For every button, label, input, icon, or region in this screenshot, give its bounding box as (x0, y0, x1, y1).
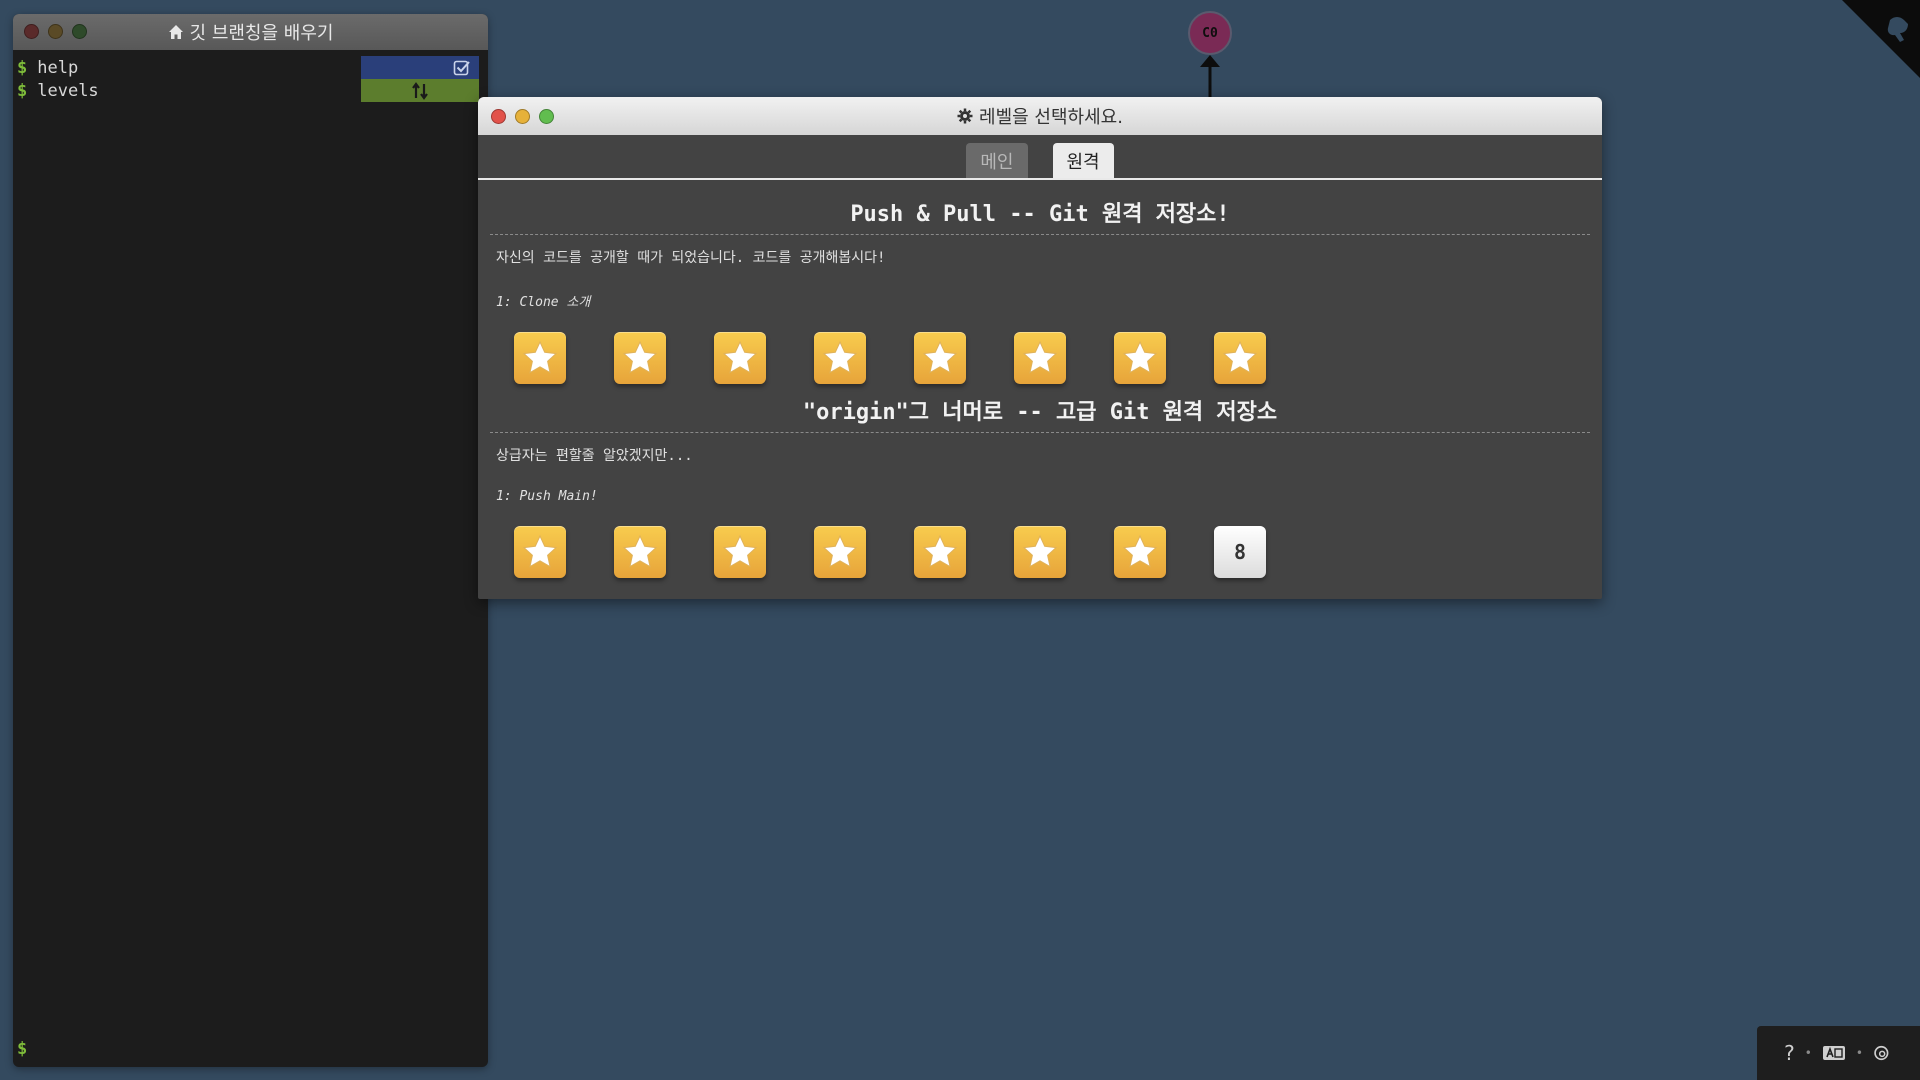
command-text: levels (37, 80, 99, 101)
level-select-dialog: 레벨을 선택하세요. 메인 원격 Push & Pull -- Git 원격 저… (478, 97, 1602, 599)
checkbox-checked-icon (453, 60, 470, 75)
level-button-completed[interactable] (614, 332, 666, 384)
star-icon (722, 340, 758, 374)
star-icon (1022, 340, 1058, 374)
star-icon (622, 534, 658, 568)
level-sequence-origin-advanced: "origin"그 너머로 -- 고급 Git 원격 저장소 상급자는 편할줄 … (478, 386, 1602, 580)
level-button-completed[interactable] (714, 526, 766, 578)
help-button[interactable]: ? (1784, 1041, 1795, 1065)
level-button-completed[interactable] (1114, 526, 1166, 578)
level-button-completed[interactable] (514, 526, 566, 578)
commit-label: C0 (1202, 25, 1218, 41)
level-button-completed[interactable] (1214, 332, 1266, 384)
minimize-button[interactable] (515, 109, 530, 124)
home-icon (168, 25, 183, 39)
star-icon (922, 534, 958, 568)
level-button-completed[interactable] (814, 332, 866, 384)
language-icon[interactable] (1822, 1043, 1846, 1063)
gear-icon (957, 108, 973, 124)
window-controls (24, 24, 87, 39)
sequence-title: "origin"그 너머로 -- 고급 Git 원격 저장소 (490, 386, 1590, 433)
level-button-completed[interactable] (714, 332, 766, 384)
sequence-description: 자신의 코드를 공개할 때가 되었습니다. 코드를 공개해봅시다! (496, 250, 886, 266)
separator-dot: • (1804, 1046, 1812, 1060)
threads-icon[interactable] (1873, 1043, 1893, 1063)
commit-node[interactable]: C0 (1188, 11, 1232, 55)
level-button-completed[interactable] (514, 332, 566, 384)
github-corner-icon[interactable] (1842, 0, 1920, 78)
star-icon (522, 534, 558, 568)
level-button-completed[interactable] (614, 526, 666, 578)
dialog-titlebar: 레벨을 선택하세요. (478, 97, 1602, 135)
level-button-completed[interactable] (914, 332, 966, 384)
separator-dot: • (1855, 1046, 1863, 1060)
level-button-completed[interactable] (1014, 332, 1066, 384)
star-icon (822, 340, 858, 374)
close-button[interactable] (24, 24, 39, 39)
dialog-title: 레벨을 선택하세요. (979, 107, 1123, 128)
maximize-button[interactable] (539, 109, 554, 124)
minimize-button[interactable] (48, 24, 63, 39)
maximize-button[interactable] (72, 24, 87, 39)
star-icon (1122, 534, 1158, 568)
sync-arrows-icon (412, 81, 428, 100)
star-icon (922, 340, 958, 374)
prompt-symbol: $ (17, 57, 28, 78)
command-status-done (361, 56, 479, 79)
terminal-input-prompt[interactable]: $ (17, 1039, 27, 1059)
level-tabs: 메인 원격 (478, 135, 1602, 180)
level-button-completed[interactable] (1014, 526, 1066, 578)
command-status-running (361, 79, 479, 102)
selected-level-label: 1: Push Main! (496, 489, 598, 504)
commit-arrow-icon (1200, 55, 1220, 97)
prompt-symbol: $ (17, 80, 28, 101)
level-button-completed[interactable] (1114, 332, 1166, 384)
command-terminal: 깃 브랜칭을 배우기 $ help $ levels $ (13, 14, 488, 1067)
star-icon (822, 534, 858, 568)
level-button[interactable]: 8 (1214, 526, 1266, 578)
star-icon (722, 534, 758, 568)
terminal-titlebar: 깃 브랜칭을 배우기 (13, 14, 488, 50)
command-row-help: $ help (13, 56, 488, 79)
star-icon (1122, 340, 1158, 374)
close-button[interactable] (491, 109, 506, 124)
command-row-levels: $ levels (13, 79, 488, 102)
star-icon (1022, 534, 1058, 568)
level-button-completed[interactable] (814, 526, 866, 578)
selected-level-label: 1: Clone 소개 (496, 295, 591, 310)
tab-remote[interactable]: 원격 (1052, 143, 1114, 178)
command-text: help (37, 57, 79, 78)
sequence-title: Push & Pull -- Git 원격 저장소! (490, 180, 1590, 235)
sequence-description: 상급자는 편할줄 알았겠지만... (496, 448, 693, 464)
star-icon (1222, 340, 1258, 374)
star-icon (522, 340, 558, 374)
level-button-completed[interactable] (914, 526, 966, 578)
level-button-row (490, 310, 1590, 386)
star-icon (622, 340, 658, 374)
window-controls (491, 109, 554, 124)
tab-main[interactable]: 메인 (966, 143, 1028, 178)
level-sequence-push-pull: Push & Pull -- Git 원격 저장소! 자신의 코드를 공개할 때… (478, 180, 1602, 386)
bottom-toolbar: ? • • (1757, 1026, 1920, 1080)
level-button-row: 8 (490, 504, 1590, 580)
terminal-title: 깃 브랜칭을 배우기 (189, 23, 334, 44)
